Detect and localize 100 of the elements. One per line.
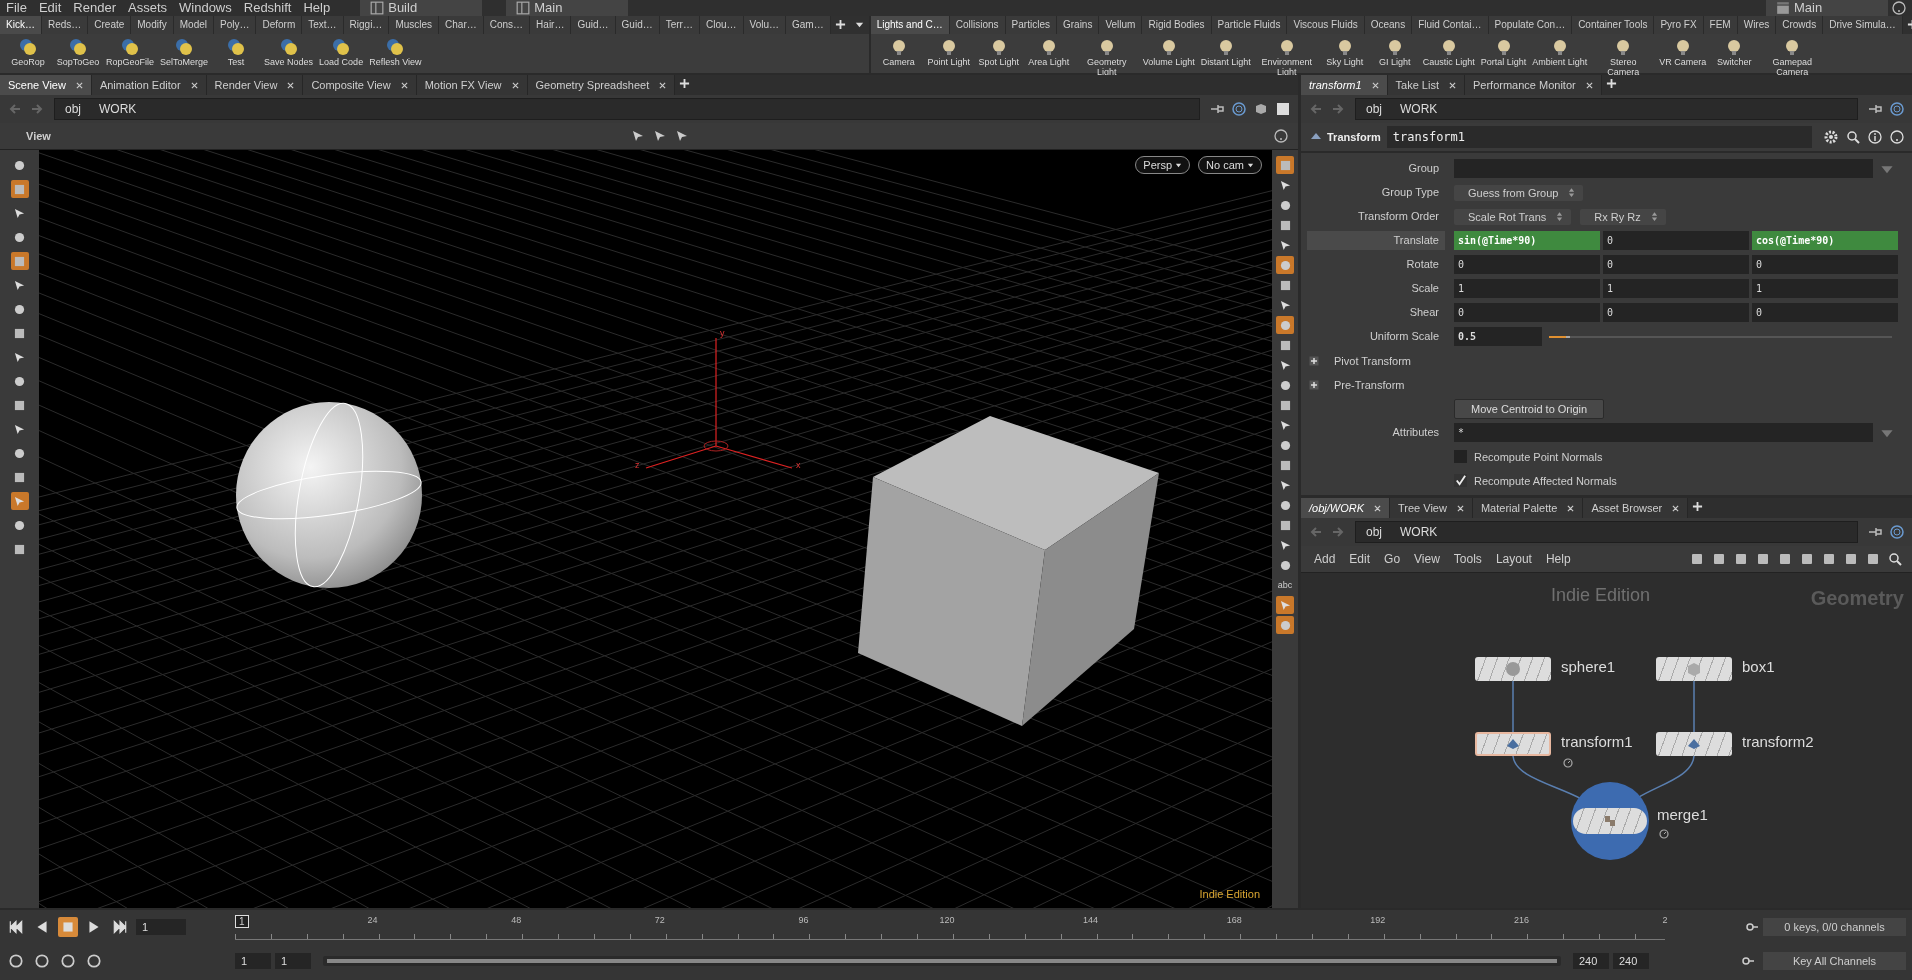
shelf-tool[interactable]: Test bbox=[212, 37, 261, 67]
folder-label[interactable]: Pre-Transform bbox=[1334, 378, 1405, 391]
dropdown-menu[interactable]: Guess from Group bbox=[1454, 184, 1584, 201]
desktop-dropdown[interactable]: Build bbox=[360, 0, 483, 16]
shelf-tab[interactable]: Guid… bbox=[615, 16, 660, 34]
path-crumb[interactable]: obj bbox=[1366, 102, 1382, 116]
network-node[interactable] bbox=[1656, 732, 1732, 756]
input-field[interactable]: sin(@Time*90) bbox=[1454, 231, 1600, 250]
input-field[interactable]: * bbox=[1454, 423, 1873, 442]
shelf-tab[interactable]: Grains bbox=[1056, 16, 1100, 34]
target-icon[interactable] bbox=[1890, 525, 1904, 539]
range-slider[interactable] bbox=[323, 956, 1561, 966]
shelf-tab[interactable]: Viscous Fluids bbox=[1287, 16, 1365, 34]
menu-item[interactable]: View bbox=[1407, 552, 1447, 566]
key-channels-dropdown[interactable]: Key All Channels bbox=[1763, 952, 1906, 970]
shelf-tab[interactable]: Reds… bbox=[41, 16, 89, 34]
shelf-tab[interactable]: Clou… bbox=[699, 16, 744, 34]
menu-item[interactable]: Edit bbox=[32, 0, 68, 16]
shelf-tab[interactable]: Gam… bbox=[786, 16, 831, 34]
close-icon[interactable] bbox=[659, 81, 667, 89]
shelf-tab[interactable]: Hair… bbox=[530, 16, 572, 34]
input-field[interactable]: 1 bbox=[1603, 279, 1749, 298]
close-icon[interactable] bbox=[287, 81, 295, 89]
folder-label[interactable]: Pivot Transform bbox=[1334, 354, 1412, 367]
input-field[interactable]: 1 bbox=[1454, 279, 1600, 298]
path-crumb[interactable]: obj bbox=[65, 102, 81, 116]
shelf-tab[interactable]: Riggi… bbox=[343, 16, 390, 34]
shelf-tool[interactable]: Gamepad Camera bbox=[1760, 37, 1825, 77]
desktop-dropdown[interactable]: Main bbox=[506, 0, 629, 16]
input-field[interactable]: 0 bbox=[1752, 303, 1898, 322]
pane-tab[interactable]: Take List bbox=[1387, 75, 1465, 95]
shelf-tab[interactable]: Model bbox=[173, 16, 214, 34]
move-centroid-button[interactable]: Move Centroid to Origin bbox=[1454, 398, 1605, 419]
input-field[interactable]: 0 bbox=[1752, 255, 1898, 274]
shelf-tool[interactable]: Ambient Light bbox=[1530, 37, 1590, 67]
shelf-tab[interactable]: Terr… bbox=[659, 16, 700, 34]
square-icon[interactable] bbox=[1690, 552, 1704, 566]
dropdown-menu[interactable]: Scale Rot Trans bbox=[1454, 208, 1572, 225]
shelf-tab[interactable]: Crowds bbox=[1776, 16, 1824, 34]
shelf-tool[interactable]: RopGeoFile bbox=[104, 37, 157, 67]
slider-fill[interactable] bbox=[1549, 335, 1571, 338]
shelf-tab[interactable]: Drive Simula… bbox=[1823, 16, 1903, 34]
shelf-tab[interactable]: Guid… bbox=[571, 16, 616, 34]
square-icon[interactable] bbox=[1822, 552, 1836, 566]
close-icon[interactable] bbox=[400, 81, 408, 89]
camera-menu[interactable]: No cam bbox=[1198, 156, 1262, 174]
close-icon[interactable] bbox=[511, 81, 519, 89]
shelf-tab[interactable]: Wires bbox=[1737, 16, 1777, 34]
input-field[interactable]: 0 bbox=[1603, 231, 1749, 250]
network-node[interactable] bbox=[1475, 732, 1551, 756]
pane-tab[interactable]: transform1 bbox=[1301, 75, 1388, 95]
menu-item[interactable]: Windows bbox=[173, 0, 238, 16]
search-icon[interactable] bbox=[1846, 130, 1860, 144]
range-end-field[interactable]: 240 bbox=[1613, 953, 1649, 969]
shelf-tab[interactable]: Char… bbox=[439, 16, 484, 34]
shelf-tab[interactable]: Particle Fluids bbox=[1211, 16, 1288, 34]
network-node[interactable] bbox=[1656, 657, 1732, 681]
shelf-tab[interactable]: Particles bbox=[1005, 16, 1057, 34]
shelf-tab[interactable]: Vellum bbox=[1099, 16, 1143, 34]
pane-tab[interactable]: Composite View bbox=[303, 75, 417, 95]
input-field[interactable]: cos(@Time*90) bbox=[1752, 231, 1898, 250]
menu-item[interactable]: Render bbox=[67, 0, 122, 16]
shelf-tool[interactable]: Switcher bbox=[1710, 37, 1759, 67]
menu-item[interactable]: Layout bbox=[1488, 552, 1539, 566]
pane-tab[interactable]: Material Palette bbox=[1472, 498, 1584, 518]
text-tool-button[interactable]: abc bbox=[1276, 576, 1294, 594]
key-icon[interactable] bbox=[1741, 954, 1755, 968]
square-icon[interactable] bbox=[1800, 552, 1814, 566]
path-crumb[interactable]: WORK bbox=[1400, 525, 1438, 539]
menu-item[interactable]: Add bbox=[1307, 552, 1343, 566]
pin-icon[interactable] bbox=[1868, 525, 1882, 539]
shelf-tool[interactable]: Caustic Light bbox=[1420, 37, 1477, 67]
shelf-tab[interactable]: FEM bbox=[1703, 16, 1738, 34]
square-icon[interactable] bbox=[1866, 552, 1880, 566]
path-crumb[interactable]: obj bbox=[1366, 525, 1382, 539]
square-icon[interactable] bbox=[1778, 552, 1792, 566]
shelf-tool[interactable]: SelToMerge bbox=[158, 37, 211, 67]
target-icon[interactable] bbox=[1890, 102, 1904, 116]
shelf-tab[interactable]: Fluid Contai… bbox=[1412, 16, 1489, 34]
pane-tab[interactable]: Performance Monitor bbox=[1465, 75, 1602, 95]
menu-item[interactable]: Edit bbox=[1342, 552, 1378, 566]
plus-icon[interactable] bbox=[834, 19, 846, 30]
close-icon[interactable] bbox=[1449, 81, 1456, 89]
help-icon[interactable] bbox=[1274, 129, 1288, 143]
plus-icon[interactable] bbox=[679, 78, 691, 89]
shelf-tab[interactable]: Lights and C… bbox=[870, 16, 950, 34]
checkbox[interactable] bbox=[1454, 450, 1467, 463]
shelf-tool[interactable]: GI Light bbox=[1370, 37, 1419, 67]
shelf-tab[interactable]: Cons… bbox=[483, 16, 531, 34]
viewport-tool[interactable] bbox=[10, 180, 29, 198]
dropdown-menu[interactable]: Rx Ry Rz bbox=[1580, 208, 1666, 225]
shelf-tab[interactable]: Poly… bbox=[214, 16, 257, 34]
shelf-tab[interactable]: Deform bbox=[256, 16, 303, 34]
menu-item[interactable]: Assets bbox=[122, 0, 173, 16]
input-field[interactable]: 0 bbox=[1603, 303, 1749, 322]
close-icon[interactable] bbox=[190, 81, 198, 89]
shelf-tool[interactable]: Stereo Camera bbox=[1591, 37, 1656, 77]
key-icon[interactable] bbox=[1745, 920, 1759, 934]
gear-icon[interactable] bbox=[1824, 130, 1838, 144]
pane-tab[interactable]: Geometry Spreadsheet bbox=[527, 75, 676, 95]
